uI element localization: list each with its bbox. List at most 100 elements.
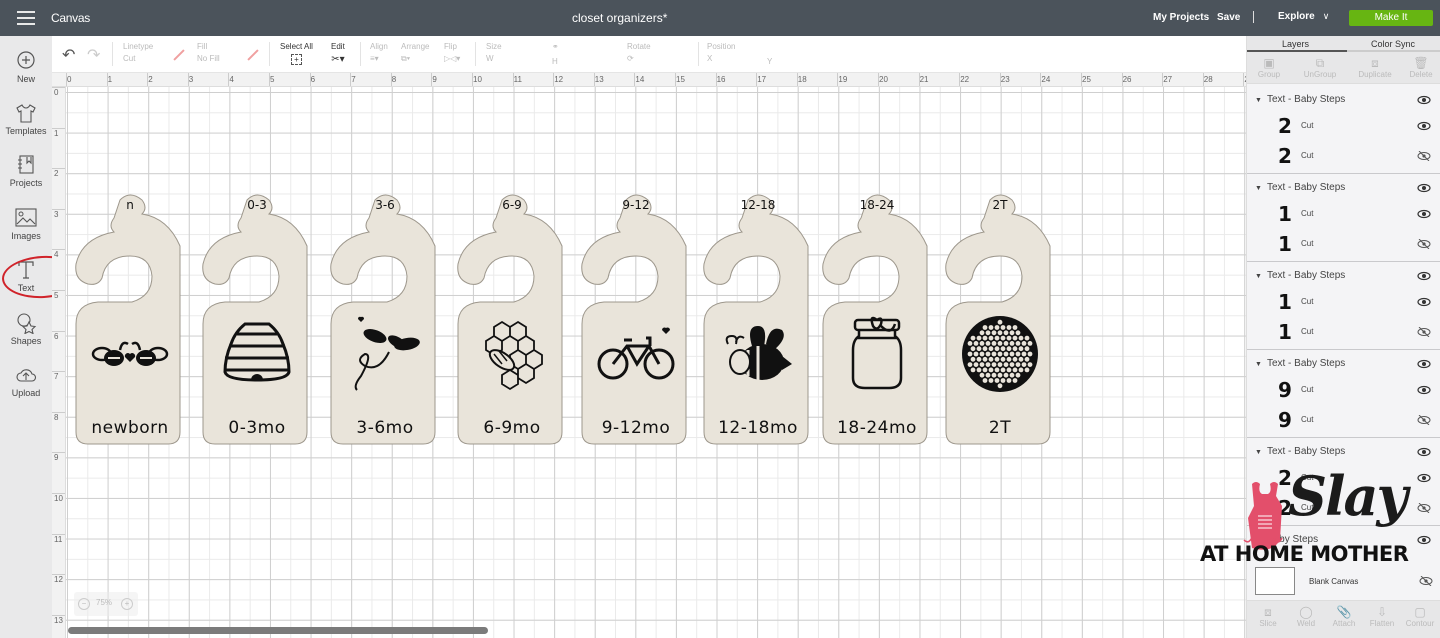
layer-row[interactable]: 2 Cut xyxy=(1247,494,1440,522)
group-button[interactable]: ▣ Group xyxy=(1247,56,1291,79)
rotate-control[interactable]: Rotate ⟳ xyxy=(627,42,651,63)
layer-row[interactable]: 2 Cut xyxy=(1247,464,1440,492)
layer-group[interactable]: ▼ Text - Baby Steps 2 Cut 2 Cut xyxy=(1247,438,1440,526)
duplicate-button[interactable]: ⧈ Duplicate xyxy=(1350,56,1400,79)
eye-icon[interactable] xyxy=(1417,121,1431,134)
redo-icon[interactable]: ↷ xyxy=(87,45,100,65)
blank-canvas-swatch[interactable] xyxy=(1255,567,1295,595)
layer-group[interactable]: ▼ Text - Baby Steps 1 Cut 1 Cut xyxy=(1247,174,1440,262)
eye-hidden-icon[interactable] xyxy=(1417,414,1431,428)
eye-icon[interactable] xyxy=(1417,385,1431,398)
caret-down-icon: ▼ xyxy=(1255,537,1262,544)
action-attach-button[interactable]: 📎 Attach xyxy=(1325,605,1363,628)
undo-icon[interactable]: ↶ xyxy=(62,45,75,65)
layer-group-header[interactable]: ▼ Text - Baby Steps xyxy=(1255,446,1345,457)
layer-group-header[interactable]: ▼ Text - Baby Steps xyxy=(1255,358,1345,369)
flip-button[interactable]: Flip ▷◁▾ xyxy=(444,42,460,63)
action-weld-button[interactable]: ◯ Weld xyxy=(1287,605,1325,628)
closet-divider-tag[interactable]: 2T 2T xyxy=(944,194,1056,447)
save-link[interactable]: Save xyxy=(1217,12,1240,23)
ruler-tick xyxy=(52,614,65,616)
layer-row[interactable]: 9 Cut xyxy=(1247,406,1440,434)
fill-control[interactable]: Fill No Fill xyxy=(197,42,220,63)
action-flatten-button[interactable]: ⇩ Flatten xyxy=(1363,605,1401,628)
eye-icon[interactable] xyxy=(1417,209,1431,222)
tab-layers[interactable]: Layers xyxy=(1282,39,1309,49)
position-control[interactable]: Position X xyxy=(707,42,735,63)
zoom-in-button[interactable]: + xyxy=(121,598,133,610)
layer-row[interactable]: 2 Cut xyxy=(1247,142,1440,170)
flip-icon: ▷◁▾ xyxy=(444,54,461,63)
fill-color-swatch[interactable] xyxy=(247,49,259,61)
closet-divider-tag[interactable]: 18-24 18-24mo xyxy=(821,194,933,447)
layer-group[interactable]: ▼ Text - Baby Steps 9 Cut 9 Cut xyxy=(1247,350,1440,438)
eye-icon[interactable] xyxy=(1417,297,1431,310)
size-h-field[interactable]: H xyxy=(552,57,558,66)
closet-divider-tag[interactable]: 12-18 12-18mo xyxy=(702,194,814,447)
ruler-tick-label: 12 xyxy=(554,75,564,84)
lock-ratio-icon[interactable]: ⚭ xyxy=(552,42,559,51)
eye-icon[interactable] xyxy=(1417,447,1431,460)
layer-row[interactable]: 1 Cut xyxy=(1247,200,1440,228)
eye-hidden-icon[interactable] xyxy=(1417,150,1431,164)
select-all-button[interactable]: Select All + xyxy=(280,42,313,65)
linetype-color-swatch[interactable] xyxy=(173,49,185,61)
design-canvas[interactable]: n newborn 0-3 0-3mo 3-6 3-6mo 6-9 6-9mo 9-12 9-12… xyxy=(66,87,1246,638)
layer-row[interactable]: 2 Cut xyxy=(1247,112,1440,140)
sidebar-item-templates[interactable]: Templates xyxy=(0,102,52,136)
make-it-button[interactable]: Make It xyxy=(1349,10,1433,26)
layer-row[interactable]: 9 Cut xyxy=(1247,376,1440,404)
size-w-field[interactable]: W xyxy=(486,54,502,63)
edit-button[interactable]: Edit ✂▾ xyxy=(331,42,345,65)
closet-divider-tag[interactable]: 9-12 9-12mo xyxy=(580,194,692,447)
closet-divider-tag[interactable]: 6-9 6-9mo xyxy=(456,194,568,447)
pos-y-field[interactable]: Y xyxy=(767,57,772,66)
linetype-control[interactable]: Linetype Cut xyxy=(123,42,153,63)
arrange-button[interactable]: Arrange ⧉▾ xyxy=(401,42,429,64)
eye-icon[interactable] xyxy=(1417,359,1431,372)
zoom-out-button[interactable]: − xyxy=(78,598,90,610)
sidebar-item-new[interactable]: New xyxy=(0,50,52,84)
hamburger-menu-icon[interactable] xyxy=(17,11,35,25)
sidebar-item-upload[interactable]: Upload xyxy=(0,364,52,398)
explore-dropdown[interactable]: Explore ∨ xyxy=(1278,11,1329,22)
layer-group[interactable]: ▼ Text - Baby Steps 2 Cut 2 Cut xyxy=(1247,86,1440,174)
closet-divider-tag[interactable]: 3-6 3-6mo xyxy=(329,194,441,447)
align-button[interactable]: Align ≡▾ xyxy=(370,42,388,63)
layer-group-header[interactable]: ▼ Text - Baby Steps xyxy=(1255,270,1345,281)
eye-icon[interactable] xyxy=(1417,473,1431,486)
eye-hidden-icon[interactable] xyxy=(1417,326,1431,340)
eye-icon[interactable] xyxy=(1417,183,1431,196)
layer-group-header[interactable]: ▼ Text - Baby Steps xyxy=(1255,94,1345,105)
action-slice-button[interactable]: ⧈ Slice xyxy=(1249,605,1287,628)
delete-button[interactable]: 🗑 Delete xyxy=(1399,56,1440,79)
tab-color-sync[interactable]: Color Sync xyxy=(1371,39,1415,49)
layer-group[interactable]: ▼ Text - Baby Steps 1 Cut 1 Cut xyxy=(1247,262,1440,350)
eye-icon[interactable] xyxy=(1417,95,1431,108)
size-control[interactable]: Size W xyxy=(486,42,502,63)
ungroup-button[interactable]: ⧉ UnGroup xyxy=(1295,56,1345,79)
action-contour-button[interactable]: ▢ Contour xyxy=(1401,605,1439,628)
app-name: Canvas xyxy=(51,11,90,25)
horizontal-scrollbar[interactable] xyxy=(68,627,488,634)
pos-x-field[interactable]: X xyxy=(707,54,735,63)
closet-divider-tag[interactable]: n newborn xyxy=(74,194,186,447)
eye-hidden-icon[interactable] xyxy=(1419,576,1433,586)
layer-operation: Cut xyxy=(1301,385,1314,394)
closet-divider-tag[interactable]: 0-3 0-3mo xyxy=(201,194,313,447)
layer-row[interactable]: 1 Cut xyxy=(1247,288,1440,316)
layer-group-header[interactable]: ▼ Text - Baby Steps xyxy=(1255,182,1345,193)
my-projects-link[interactable]: My Projects xyxy=(1153,12,1209,23)
eye-hidden-icon[interactable] xyxy=(1417,502,1431,516)
eye-icon[interactable] xyxy=(1417,271,1431,284)
layer-group-header[interactable]: ▼ Baby Steps xyxy=(1255,534,1318,545)
sidebar-item-images[interactable]: Images xyxy=(0,207,52,241)
layer-row[interactable]: 1 Cut xyxy=(1247,318,1440,346)
layer-row[interactable]: 1 Cut xyxy=(1247,230,1440,258)
duplicate-icon: ⧈ xyxy=(1371,56,1379,70)
eye-hidden-icon[interactable] xyxy=(1417,238,1431,252)
eye-icon[interactable] xyxy=(1417,535,1431,548)
sidebar-item-projects[interactable]: Projects xyxy=(0,154,52,188)
sidebar-item-shapes[interactable]: Shapes xyxy=(0,312,52,346)
blank-canvas-layer[interactable]: Blank Canvas xyxy=(1255,567,1435,597)
